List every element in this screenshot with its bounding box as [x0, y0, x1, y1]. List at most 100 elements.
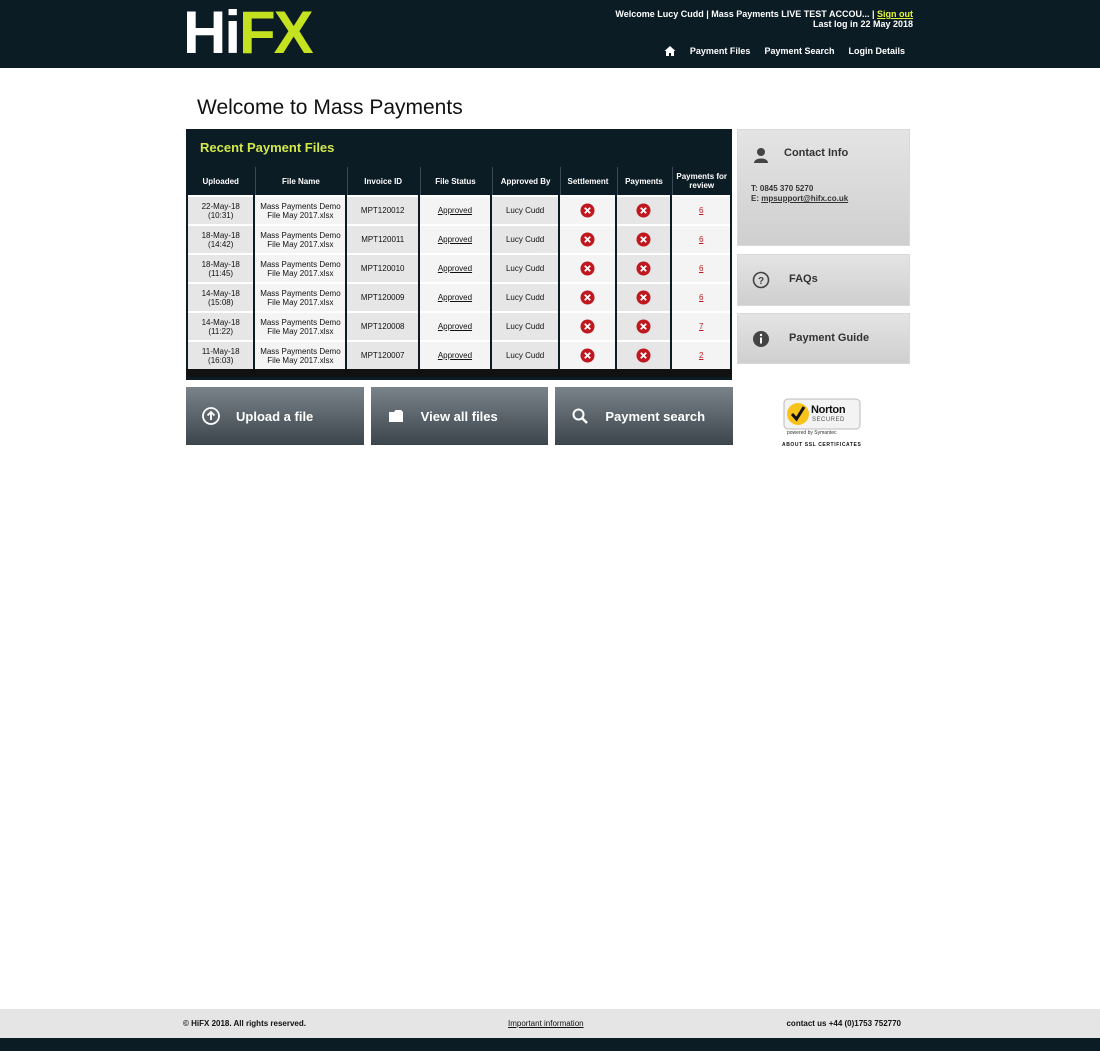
payments-cell — [616, 224, 671, 253]
uploaded-cell: 18-May-18 (11:45) — [188, 253, 254, 282]
last-login: Last log in 22 May 2018 — [812, 19, 913, 29]
col-settlement[interactable]: Settlement — [560, 167, 615, 195]
payments-for-review-link[interactable]: 6 — [672, 224, 730, 253]
uploaded-cell: 14-May-18 (15:08) — [188, 282, 254, 311]
file-name-cell: Mass Payments Demo File May 2017.xlsx — [255, 311, 346, 340]
approved-by-cell: Lucy Cudd — [491, 340, 559, 369]
footer: © HiFX 2018. All rights reserved. Import… — [0, 1009, 1100, 1038]
file-name-line1: Mass Payments Demo — [260, 288, 341, 298]
error-x-icon — [580, 290, 595, 305]
payments-cell — [616, 311, 671, 340]
file-name-cell: Mass Payments Demo File May 2017.xlsx — [255, 340, 346, 369]
payments-for-review-link[interactable]: 6 — [672, 282, 730, 311]
approved-by-cell: Lucy Cudd — [491, 224, 559, 253]
file-name-line2: File May 2017.xlsx — [267, 326, 334, 336]
uploaded-time: (11:45) — [208, 268, 234, 278]
panel-title: Recent Payment Files — [186, 129, 732, 167]
payment-search-label: Payment search — [605, 408, 706, 424]
footer-contact: contact us +44 (0)1753 752770 — [786, 1019, 901, 1028]
file-status-link[interactable]: Approved — [420, 311, 490, 340]
settlement-cell — [560, 253, 615, 282]
file-status-link[interactable]: Approved — [420, 195, 490, 224]
payments-cell — [616, 282, 671, 311]
payment-files-table: Uploaded File Name Invoice ID File Statu… — [186, 167, 732, 369]
error-x-icon — [580, 319, 595, 334]
uploaded-cell: 11-May-18 (16:03) — [188, 340, 254, 369]
logo-hi: Hi — [183, 0, 241, 66]
logo-fx: FX — [239, 0, 314, 66]
about-ssl-link[interactable]: ABOUT SSL CERTIFICATES — [782, 442, 861, 448]
email-prefix: E: — [751, 194, 759, 203]
error-x-icon — [580, 203, 595, 218]
settlement-cell — [560, 340, 615, 369]
col-invoice-id[interactable]: Invoice ID — [347, 167, 419, 195]
nav-payment-search[interactable]: Payment Search — [764, 46, 834, 56]
home-icon[interactable] — [664, 45, 676, 57]
payments-for-review-link[interactable]: 7 — [672, 311, 730, 340]
file-name-line1: Mass Payments Demo — [260, 346, 341, 356]
col-file-name[interactable]: File Name — [255, 167, 346, 195]
faqs-box[interactable]: ? FAQs — [737, 254, 910, 306]
nav-payment-files[interactable]: Payment Files — [690, 46, 751, 56]
sign-out-link[interactable]: Sign out — [877, 9, 913, 19]
svg-text:?: ? — [758, 276, 764, 287]
uploaded-time: (11:22) — [208, 326, 234, 336]
table-row: 11-May-18 (16:03) Mass Payments Demo File M… — [188, 340, 730, 369]
error-x-icon — [636, 232, 651, 247]
uploaded-time: (15:08) — [208, 297, 234, 307]
uploaded-time: (14:42) — [208, 239, 234, 249]
footer-bar — [0, 1038, 1100, 1051]
file-status-link[interactable]: Approved — [420, 224, 490, 253]
col-uploaded[interactable]: Uploaded — [188, 167, 254, 195]
view-all-files-button[interactable]: View all files — [370, 387, 549, 445]
table-row: 18-May-18 (14:42) Mass Payments Demo File M… — [188, 224, 730, 253]
contact-email-link[interactable]: mpsupport@hifx.co.uk — [761, 194, 848, 203]
uploaded-date: 22-May-18 — [201, 201, 240, 211]
norton-secured-text: SECURED — [812, 417, 845, 423]
important-information-link[interactable]: Important information — [508, 1019, 584, 1028]
recent-payment-files-panel: Recent Payment Files Uploaded File Name … — [186, 129, 732, 379]
faqs-title: FAQs — [789, 273, 818, 285]
file-name-line1: Mass Payments Demo — [260, 317, 341, 327]
upload-icon — [202, 407, 220, 425]
invoice-id-cell: MPT120012 — [347, 195, 419, 224]
payment-guide-box[interactable]: Payment Guide — [737, 313, 910, 364]
file-name-cell: Mass Payments Demo File May 2017.xlsx — [255, 282, 346, 311]
file-name-line2: File May 2017.xlsx — [267, 297, 334, 307]
welcome-text: Welcome Lucy Cudd | Mass Payments LIVE T… — [615, 9, 875, 19]
payments-for-review-link[interactable]: 6 — [672, 195, 730, 224]
contact-lines: T: 0845 370 5270 E: mpsupport@hifx.co.uk — [751, 184, 848, 204]
upload-file-button[interactable]: Upload a file — [186, 387, 364, 445]
info-icon — [753, 331, 769, 347]
norton-secured-badge[interactable]: Norton SECURED powered by Symantec ABOUT… — [781, 398, 865, 450]
uploaded-cell: 14-May-18 (11:22) — [188, 311, 254, 340]
payments-for-review-link[interactable]: 6 — [672, 253, 730, 282]
file-status-link[interactable]: Approved — [420, 253, 490, 282]
uploaded-date: 18-May-18 — [201, 259, 240, 269]
approved-by-cell: Lucy Cudd — [491, 311, 559, 340]
question-icon: ? — [752, 271, 770, 289]
approved-by-cell: Lucy Cudd — [491, 282, 559, 311]
file-name-cell: Mass Payments Demo File May 2017.xlsx — [255, 253, 346, 282]
hifx-logo[interactable]: HiFX — [183, 0, 314, 66]
error-x-icon — [636, 319, 651, 334]
col-approved-by[interactable]: Approved By — [491, 167, 559, 195]
col-payments[interactable]: Payments — [616, 167, 671, 195]
person-icon — [754, 148, 768, 163]
payments-for-review-link[interactable]: 2 — [672, 340, 730, 369]
file-name-line1: Mass Payments Demo — [260, 259, 341, 269]
action-buttons: Upload a file View all files Payment sea… — [186, 387, 734, 445]
payment-guide-title: Payment Guide — [789, 332, 870, 344]
col-payments-for-review[interactable]: Payments for review — [672, 167, 730, 195]
file-status-link[interactable]: Approved — [420, 282, 490, 311]
payment-search-button[interactable]: Payment search — [555, 387, 734, 445]
settlement-cell — [560, 224, 615, 253]
col-file-status[interactable]: File Status — [420, 167, 490, 195]
payments-cell — [616, 253, 671, 282]
invoice-id-cell: MPT120008 — [347, 311, 419, 340]
nav-login-details[interactable]: Login Details — [848, 46, 905, 56]
file-status-link[interactable]: Approved — [420, 340, 490, 369]
upload-file-label: Upload a file — [236, 408, 314, 424]
uploaded-time: (16:03) — [208, 355, 234, 365]
invoice-id-cell: MPT120010 — [347, 253, 419, 282]
